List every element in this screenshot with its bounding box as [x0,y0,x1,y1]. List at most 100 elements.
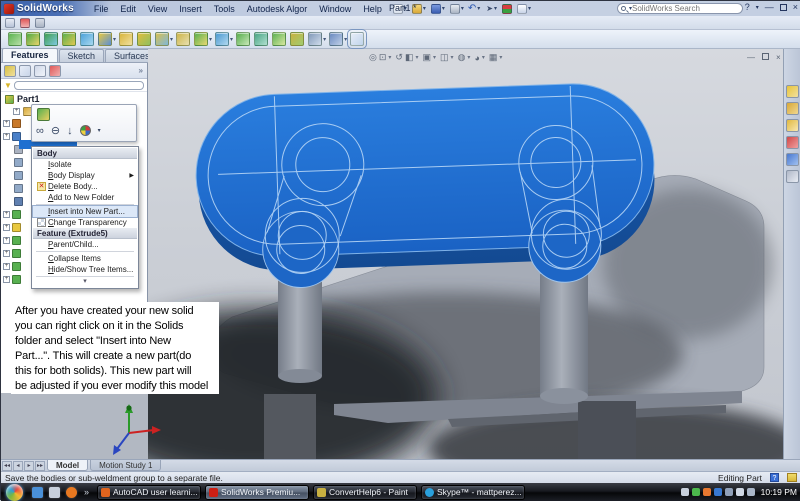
solidworks-resources-icon[interactable] [786,85,799,98]
hide-show-items-caret-icon[interactable]: ▾ [467,54,470,61]
zoom-fit-icon[interactable]: ◎ [369,52,377,63]
lofted-boss-icon[interactable] [62,32,76,46]
rebuild-stoplight-icon[interactable] [502,4,512,14]
featuremanager-tab-icon[interactable] [4,65,16,77]
rib-icon[interactable] [272,32,286,46]
menu-item-add-to-new-folder[interactable]: Add to New Folder [33,192,137,203]
view-palette-icon[interactable] [786,136,799,149]
extruded-cut-caret-icon[interactable]: ▾ [113,36,116,43]
zoom-area-caret-icon[interactable]: ▾ [388,54,391,61]
menu-item-delete-body[interactable]: ✕ Delete Body... [33,181,137,192]
options-list-icon[interactable] [517,4,527,14]
tab-motion-study-1[interactable]: Motion Study 1 [90,460,161,471]
instant3d-icon[interactable] [350,32,364,46]
dimxpertmanager-tab-icon[interactable] [49,65,61,77]
volume-tray-icon[interactable] [747,488,755,496]
swept-cut-icon[interactable] [155,32,169,46]
view-orientation-icon[interactable]: ▣ [423,52,432,63]
previous-view-icon[interactable]: ↺ [395,52,403,63]
expander-icon[interactable]: + [3,250,10,257]
zoom-to-selection-icon[interactable]: ⊖ [51,124,60,137]
expander-icon[interactable]: + [3,211,10,218]
tree-filter-input[interactable] [14,81,144,90]
section-view-icon[interactable]: ◧ [405,52,414,63]
menu-item-body-display[interactable]: Body Display ▶ [33,170,137,181]
swept-boss-icon[interactable] [44,32,58,46]
tab-scroll-last-icon[interactable]: ▸▸ [35,461,45,471]
tab-scroll-left-icon[interactable]: ◂ [13,461,23,471]
help-caret-icon[interactable]: ▾ [756,4,759,11]
orange-tray-icon[interactable] [703,488,711,496]
menu-expand-chevron-icon[interactable]: ▾ [33,278,137,287]
expander-icon[interactable]: + [3,224,10,231]
globe-tray-icon[interactable] [725,488,733,496]
expander-icon[interactable]: + [3,133,10,140]
extruded-boss-icon[interactable] [8,32,22,46]
tab-scroll-first-icon[interactable]: ◂◂ [2,461,12,471]
menu-view[interactable]: View [142,3,173,15]
appearances-scenes-icon[interactable] [786,153,799,166]
curves-caret-icon[interactable]: ▾ [344,36,347,43]
taskbar-button-paint[interactable]: ConvertHelp6 - Paint [313,485,417,500]
configurationmanager-tab-icon[interactable] [34,65,46,77]
curves-icon[interactable] [329,32,343,46]
draft-icon[interactable] [236,32,250,46]
blue-tray-icon[interactable] [714,488,722,496]
menu-item-insert-into-new-part[interactable]: Insert into New Part... [33,206,137,217]
extruded-cut-icon[interactable] [98,32,112,46]
menu-tools[interactable]: Tools [208,3,241,15]
apply-scene-caret-icon[interactable]: ▾ [499,54,502,61]
edit-appearance-caret-icon[interactable]: ▾ [482,54,485,61]
simulation-tool-icon[interactable] [20,18,30,28]
zoom-area-icon[interactable]: ⊡ [379,52,387,63]
expander-icon[interactable]: + [3,276,10,283]
tab-features[interactable]: Features [2,48,58,62]
menu-window[interactable]: Window [313,3,357,15]
reference-geometry-icon[interactable] [308,32,322,46]
show-desktop-icon[interactable] [32,487,43,498]
quick-tips-icon[interactable]: ? [770,473,779,482]
move-triad-icon[interactable]: ↓ [67,125,73,137]
save-caret-icon[interactable]: ▾ [442,5,445,12]
expander-icon[interactable]: + [13,108,20,115]
minimize-button[interactable]: — [765,2,774,12]
edit-appearance-icon[interactable]: ◕ [474,53,479,63]
revolved-cut-icon[interactable] [137,32,151,46]
doc-close-button[interactable]: × [776,53,781,62]
reference-geometry-caret-icon[interactable]: ▾ [323,36,326,43]
solidworks-search[interactable]: ▾ [617,3,743,14]
appearances-icon[interactable] [80,125,91,136]
print-caret-icon[interactable]: ▾ [461,5,464,12]
menu-edit[interactable]: Edit [114,3,142,15]
menu-item-change-transparency[interactable]: Change Transparency [33,217,137,228]
print-icon[interactable] [450,4,460,14]
network-tray-icon[interactable] [736,488,744,496]
menu-autodesk-algor[interactable]: Autodesk Algor [241,3,314,15]
doc-restore-button[interactable] [762,53,769,60]
hole-wizard-icon[interactable] [119,32,133,46]
status-note-icon[interactable] [787,473,797,482]
wrap-icon[interactable] [290,32,304,46]
maximize-button[interactable] [780,4,787,11]
display-style-icon[interactable]: ◫ [440,52,449,63]
linear-pattern-caret-icon[interactable]: ▾ [230,36,233,43]
hide-show-items-icon[interactable]: ◍ [458,52,466,63]
appearances-caret-icon[interactable]: ▾ [98,127,101,134]
menu-help[interactable]: Help [357,3,388,15]
taskbar-button-skype[interactable]: Skype™ - mattperez... [421,485,525,500]
windows-explorer-icon[interactable] [49,487,60,498]
section-view-caret-icon[interactable]: ▾ [415,54,418,61]
open-caret-icon[interactable]: ▾ [423,5,426,12]
menu-item-parent-child[interactable]: Parent/Child... [33,239,137,250]
undo-icon[interactable]: ↶ [468,3,476,14]
boundary-boss-icon[interactable] [80,32,94,46]
expander-icon[interactable]: + [3,120,10,127]
expander-icon[interactable]: + [3,263,10,270]
select-cursor-icon[interactable]: ➤ [486,4,493,13]
menu-insert[interactable]: Insert [173,3,208,15]
menu-item-collapse-items[interactable]: Collapse Items [33,253,137,264]
undo-caret-icon[interactable]: ▾ [477,5,480,12]
custom-properties-icon[interactable] [786,170,799,183]
firefox-icon[interactable] [66,487,77,498]
help-button[interactable]: ? [745,2,750,12]
